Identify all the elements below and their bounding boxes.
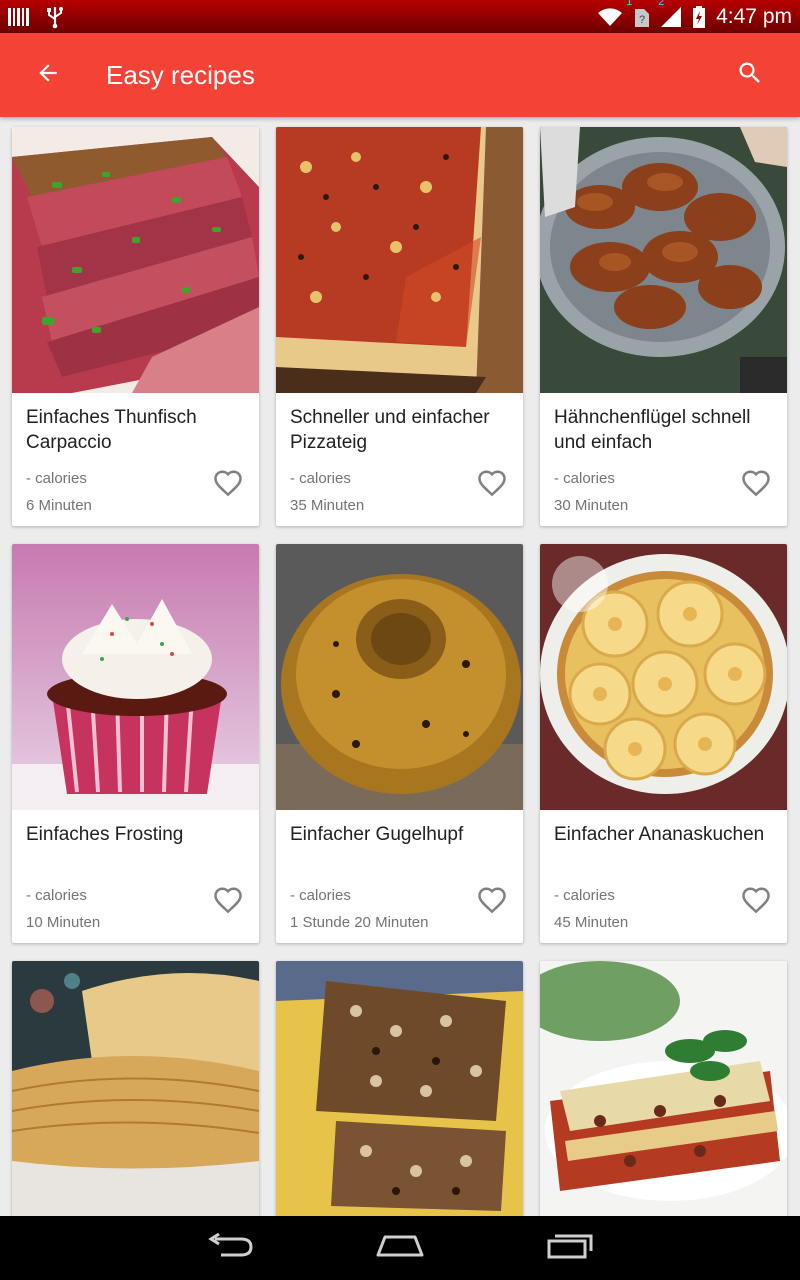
status-bar: 1 ? 2 4:47 pm [0,0,800,33]
heart-outline-icon [477,886,507,919]
recipe-card[interactable]: Einfaches Thunfisch Carpaccio - calories… [12,127,259,526]
recipe-card[interactable]: Einfacher Ananaskuchen - calories 45 Min… [540,544,787,943]
search-button[interactable] [722,47,778,103]
nav-recents-icon [547,1233,593,1264]
recipe-image-oat-bars [276,961,523,1216]
nav-home-icon [375,1233,425,1264]
recipe-name: Einfaches Thunfisch Carpaccio [26,407,197,453]
recipe-name: Einfacher Gugelhupf [290,824,464,845]
recipe-card[interactable] [276,961,523,1216]
heart-outline-icon [477,469,507,502]
recipe-image-puff-pastry [12,961,259,1216]
recipe-card[interactable] [12,961,259,1216]
usb-icon [46,5,64,29]
favorite-button[interactable] [211,468,245,502]
nav-back-icon [207,1232,253,1264]
recipe-meta: - calories 1 Stunde 20 Minuten [276,882,523,936]
sim1-badge: 1 [626,0,633,8]
battery-charging-icon [692,5,706,29]
recipe-meta: - calories 30 Minuten [540,465,787,519]
wifi-icon [596,6,624,28]
recipe-image-chicken-wings [540,127,787,393]
svg-text:?: ? [639,14,645,26]
recipe-card[interactable] [540,961,787,1216]
recipe-card[interactable]: Einfaches Frosting - calories 10 Minuten [12,544,259,943]
search-icon [736,59,764,92]
sim-1-icon: 1 ? [626,0,650,28]
arrow-left-icon [35,60,61,91]
nav-home-button[interactable] [370,1226,430,1270]
favorite-button[interactable] [475,468,509,502]
heart-outline-icon [213,886,243,919]
favorite-button[interactable] [211,885,245,919]
favorite-button[interactable] [739,468,773,502]
recipe-meta: - calories 6 Minuten [12,465,259,519]
heart-outline-icon [741,886,771,919]
recipe-meta: - calories 35 Minuten [276,465,523,519]
recipe-card[interactable]: Hähnchenflügel schnell und einfach - cal… [540,127,787,526]
page-title: Easy recipes [106,59,255,90]
recipe-image-gugelhupf [276,544,523,810]
nav-back-button[interactable] [200,1226,260,1270]
recipe-image-tuna [12,127,259,393]
recipe-image-pineapple-cake [540,544,787,810]
recipe-name: Schneller und einfacher Pizzateig [290,407,490,453]
heart-outline-icon [741,469,771,502]
back-button[interactable] [20,47,76,103]
app-bar: Easy recipes [0,33,800,117]
recipe-name: Hähnchenflügel schnell und einfach [554,407,751,453]
heart-outline-icon [213,469,243,502]
navigation-bar [0,1216,800,1280]
favorite-button[interactable] [739,885,773,919]
recipe-image-cupcake [12,544,259,810]
recipe-card[interactable]: Einfacher Gugelhupf - calories 1 Stunde … [276,544,523,943]
recipe-card[interactable]: Schneller und einfacher Pizzateig - calo… [276,127,523,526]
recipe-meta: - calories 10 Minuten [12,882,259,936]
recipe-name: Einfacher Ananaskuchen [554,824,765,845]
recipe-image-pizza [276,127,523,393]
favorite-button[interactable] [475,885,509,919]
recipe-meta: - calories 45 Minuten [540,882,787,936]
status-time: 4:47 pm [716,4,792,28]
barcode-icon [8,7,30,27]
recipe-grid: Einfaches Thunfisch Carpaccio - calories… [0,117,800,1216]
signal-icon: 2 [658,0,682,28]
nav-recents-button[interactable] [540,1226,600,1270]
sim2-badge: 2 [658,0,665,8]
recipe-name: Einfaches Frosting [26,824,184,845]
recipe-image-lasagna [540,961,787,1216]
